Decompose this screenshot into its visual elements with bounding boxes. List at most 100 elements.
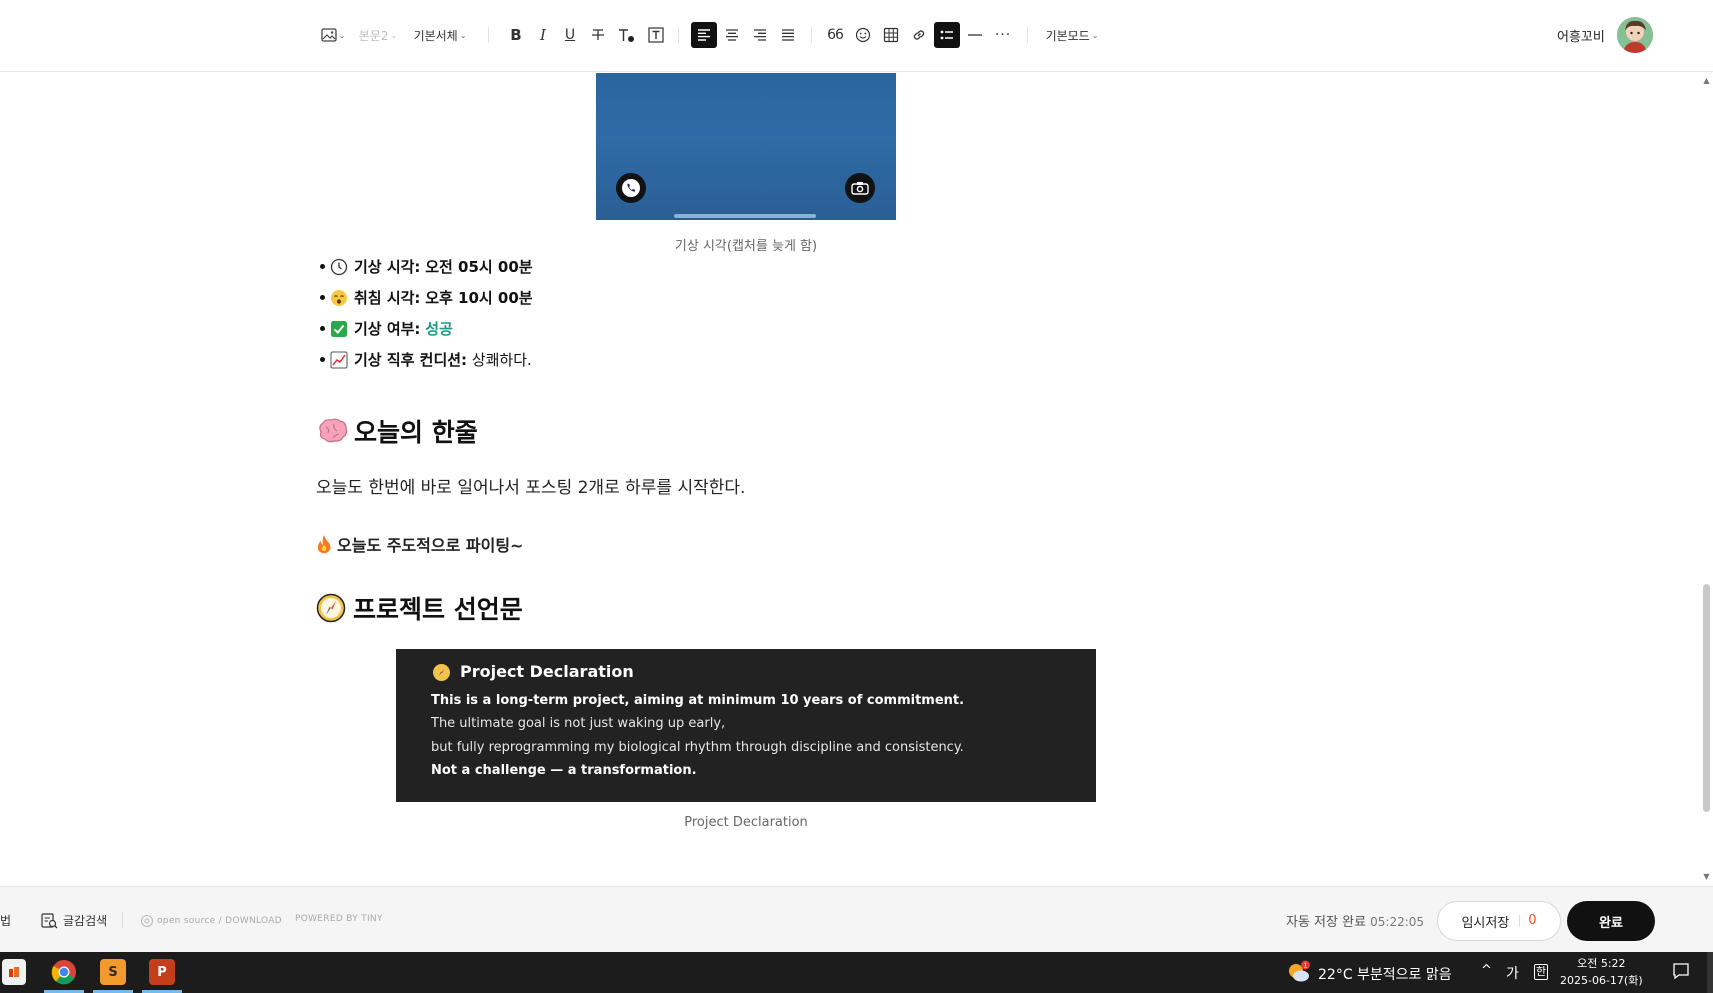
- link-icon: [913, 30, 925, 40]
- list-item[interactable]: 기상 직후 컨디션: 상쾌하다.: [320, 344, 533, 375]
- fire-icon: [316, 534, 332, 554]
- text-color-button[interactable]: [614, 22, 640, 48]
- horizontal-rule-button[interactable]: [962, 22, 988, 48]
- editor-footer: 법 글감검색 open source / DOWNLOAD POWERED BY…: [0, 886, 1713, 952]
- font-family-select[interactable]: 기본서체 ⌄: [410, 22, 470, 48]
- toolbar-divider: [678, 27, 679, 43]
- chevron-down-icon: ⌄: [1091, 30, 1099, 40]
- weather-icon[interactable]: 1: [1286, 960, 1312, 990]
- wake-time-screenshot-image[interactable]: [596, 73, 896, 220]
- editor-toolbar: ⌄ 본문2 ⌄ 기본서체 ⌄ B I U 66 ··· 기본모드 ⌄ 어흥꼬비: [0, 0, 1713, 72]
- horizontal-line-icon: [968, 34, 982, 36]
- font-family-label: 기본서체: [413, 28, 458, 43]
- sleepy-face-icon: [330, 289, 348, 307]
- heading-text: 프로젝트 선언문: [353, 595, 523, 624]
- list-item-label: 기상 직후 컨디션:: [354, 351, 468, 369]
- quote-icon: 66: [827, 27, 844, 43]
- more-options-button[interactable]: ···: [990, 22, 1016, 48]
- align-right-icon: [754, 29, 766, 41]
- phone-call-icon: [616, 173, 646, 203]
- footer-divider: [122, 912, 123, 928]
- image-caption[interactable]: 기상 시각(캡처를 늦게 함): [596, 235, 896, 254]
- avatar[interactable]: [1617, 17, 1653, 53]
- wake-log-list: 기상 시각: 오전 05시 00분 취침 시각: 오후 10시 00분 기상 여…: [320, 251, 533, 375]
- list-item[interactable]: 기상 여부: 성공: [320, 313, 533, 344]
- align-right-button[interactable]: [747, 22, 773, 48]
- align-justify-button[interactable]: [775, 22, 801, 48]
- scroll-up-icon[interactable]: ▲: [1701, 76, 1712, 86]
- toolbar-divider: [488, 27, 489, 43]
- bold-icon: B: [510, 26, 522, 44]
- text-background-icon: [648, 27, 664, 43]
- footer-cut-label[interactable]: 법: [0, 912, 11, 929]
- declaration-line: This is a long-term project, aiming at m…: [431, 693, 965, 708]
- paragraph-bold[interactable]: 오늘도 주도적으로 파이팅~: [316, 532, 523, 556]
- scroll-down-icon[interactable]: ▼: [1701, 872, 1712, 882]
- align-center-icon: [726, 29, 738, 41]
- chrome-icon[interactable]: [51, 959, 77, 985]
- chevron-down-icon: ⌄: [390, 30, 398, 40]
- open-source-icon: [140, 914, 154, 928]
- content-search-button[interactable]: 글감검색: [41, 912, 107, 929]
- user-name[interactable]: 어흥꼬비: [1557, 26, 1605, 45]
- heading-project-declaration[interactable]: 프로젝트 선언문: [316, 590, 523, 626]
- paragraph-style-label: 본문2: [358, 28, 389, 43]
- project-declaration-image[interactable]: Project Declaration This is a long-term …: [396, 649, 1096, 802]
- table-button[interactable]: [878, 22, 904, 48]
- ime-mode-indicator[interactable]: 가: [1506, 963, 1519, 983]
- bold-button[interactable]: B: [504, 22, 528, 48]
- strikethrough-button[interactable]: [586, 22, 610, 48]
- office-app-icon[interactable]: [2, 959, 26, 985]
- chart-icon: [330, 351, 348, 369]
- clock-icon: [330, 258, 348, 276]
- text-background-button[interactable]: [644, 22, 668, 48]
- list-item[interactable]: 취침 시각: 오후 10시 00분: [320, 282, 533, 313]
- editor-content-area[interactable]: 기상 시각(캡처를 늦게 함) 기상 시각: 오전 05시 00분 취침 시각:…: [0, 73, 1713, 885]
- korean-ime-indicator[interactable]: 한: [1534, 964, 1549, 980]
- toolbar-divider: [811, 27, 812, 43]
- quote-button[interactable]: 66: [822, 22, 848, 48]
- open-source-link[interactable]: open source / DOWNLOAD: [140, 914, 282, 928]
- underline-icon: U: [564, 27, 576, 43]
- powered-by-label[interactable]: POWERED BY TINY: [295, 914, 383, 924]
- chevron-down-icon: ⌄: [338, 30, 346, 40]
- publish-done-button[interactable]: 완료: [1567, 901, 1655, 941]
- chevron-up-icon[interactable]: ^: [1481, 963, 1492, 978]
- underline-button[interactable]: U: [558, 22, 582, 48]
- mode-label: 기본모드: [1045, 28, 1090, 43]
- declaration-line: but fully reprogramming my biological rh…: [431, 740, 964, 755]
- powerpoint-icon[interactable]: P: [149, 959, 175, 985]
- scrollbar-thumb[interactable]: [1703, 584, 1710, 812]
- emoji-button[interactable]: [850, 22, 876, 48]
- list-item-value: 오후 10시 00분: [425, 289, 533, 307]
- insert-image-button[interactable]: ⌄: [318, 22, 348, 48]
- link-button[interactable]: [906, 22, 932, 48]
- italic-button[interactable]: I: [531, 22, 555, 48]
- brain-icon: [316, 417, 348, 445]
- list-item-value: 오전 05시 00분: [425, 258, 533, 276]
- align-left-button[interactable]: [691, 22, 717, 48]
- temporary-save-button[interactable]: 임시저장 0: [1437, 901, 1561, 941]
- declaration-line: Not a challenge — a transformation.: [431, 763, 697, 778]
- system-clock[interactable]: 오전 5:22 2025-06-17(화): [1560, 955, 1643, 989]
- autosave-status: 자동 저장 완료 05:22:05: [1286, 911, 1424, 930]
- paragraph-style-select[interactable]: 본문2 ⌄: [356, 22, 400, 48]
- list-item-value: 상쾌하다.: [471, 351, 532, 369]
- mode-select[interactable]: 기본모드 ⌄: [1042, 22, 1102, 48]
- show-desktop-button[interactable]: [1707, 952, 1713, 993]
- list-item-value: 성공: [425, 320, 453, 338]
- notification-center-icon[interactable]: [1672, 962, 1690, 984]
- paragraph[interactable]: 오늘도 한번에 바로 일어나서 포스팅 2개로 하루를 시작한다.: [316, 473, 745, 498]
- camera-icon: [845, 173, 875, 203]
- list-item[interactable]: 기상 시각: 오전 05시 00분: [320, 251, 533, 282]
- sublime-text-icon[interactable]: S: [100, 959, 126, 985]
- chevron-down-icon: ⌄: [459, 30, 467, 40]
- table-icon: [883, 27, 899, 43]
- bullet-list-button[interactable]: [934, 22, 960, 48]
- align-center-button[interactable]: [719, 22, 745, 48]
- image-icon: [320, 28, 337, 42]
- align-justify-icon: [782, 29, 794, 41]
- weather-text[interactable]: 22°C 부분적으로 맑음: [1318, 964, 1452, 984]
- heading-daily-line[interactable]: 오늘의 한줄: [316, 413, 478, 449]
- image-caption[interactable]: Project Declaration: [396, 815, 1096, 830]
